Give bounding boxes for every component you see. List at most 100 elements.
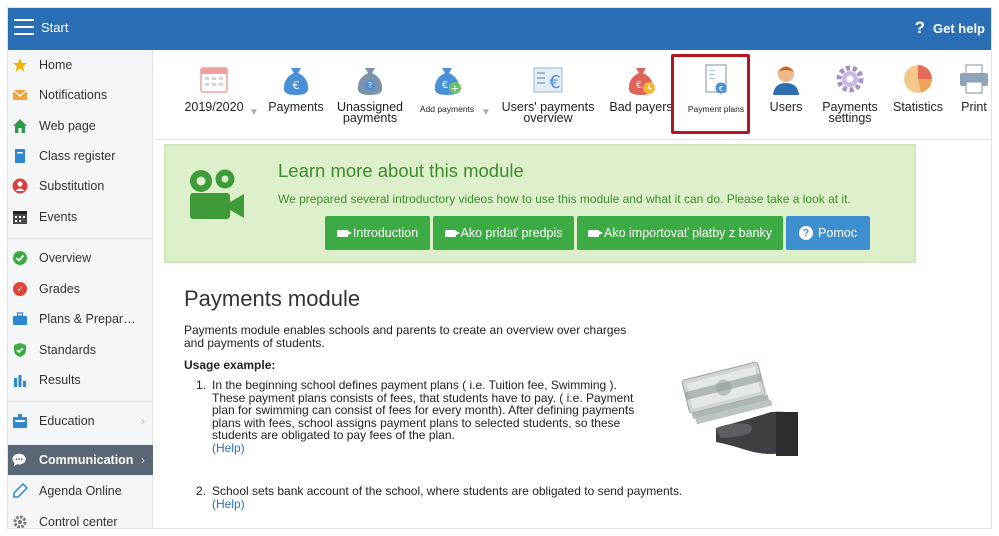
sidebar-item-events[interactable]: Events xyxy=(8,202,153,232)
toolbar-unassigned-payments[interactable]: ? Unassigned payments xyxy=(332,62,408,124)
step-number: 1. xyxy=(196,378,207,392)
pie-chart-icon xyxy=(904,65,932,93)
toolbar-label: Bad payers xyxy=(609,100,673,114)
grades-icon: ✓ xyxy=(12,281,28,297)
sidebar-item-substitution[interactable]: Substitution xyxy=(8,171,153,201)
chat-icon xyxy=(12,452,28,468)
calendar-icon xyxy=(12,209,28,225)
sidebar-item-control-center[interactable]: Control center xyxy=(8,507,153,528)
toolbar-payments[interactable]: € Payments xyxy=(264,62,328,113)
sidebar-item-label: Substitution xyxy=(39,179,105,193)
sidebar-item-label: Education xyxy=(39,414,95,428)
ako-importovat-platby-video-button[interactable]: Ako importovať platby z banky xyxy=(577,216,783,250)
user-icon xyxy=(773,66,799,95)
toolbar-label-line2: settings xyxy=(828,111,872,125)
step-text: School sets bank account of the school, … xyxy=(212,485,752,510)
sidebar-item-label: Overview xyxy=(39,251,92,265)
sidebar-item-notifications[interactable]: Notifications xyxy=(8,80,153,110)
sidebar-item-class-register[interactable]: Class register xyxy=(8,141,153,171)
chevron-down-icon[interactable]: ▼ xyxy=(249,107,259,118)
briefcase-icon xyxy=(12,311,28,327)
help-link[interactable]: (Help) xyxy=(212,497,245,511)
introduction-video-button[interactable]: Introduction xyxy=(325,216,430,250)
toolbar-bad-payers[interactable]: € Bad payers xyxy=(606,62,676,113)
get-help-label: Get help xyxy=(932,20,985,36)
svg-text:€: € xyxy=(549,72,560,93)
step-number: 2. xyxy=(196,484,207,498)
toolbar-label: Statistics xyxy=(892,100,943,114)
moneybag-euro-icon: € xyxy=(283,68,309,95)
sidebar-item-standards[interactable]: Standards xyxy=(8,335,153,365)
ako-pridat-predpis-video-button[interactable]: Ako pridať predpis xyxy=(433,216,574,250)
check-circle-icon xyxy=(12,250,28,266)
sidebar-item-label: Web page xyxy=(39,119,96,133)
school-year-selector[interactable]: 2019/2020 xyxy=(174,62,254,114)
step-line: plan for swimming can consist of fees fo… xyxy=(212,403,635,417)
menu-icon[interactable] xyxy=(14,19,34,37)
sidebar: Home Notifications Web page Class regist… xyxy=(8,50,153,528)
moneybag-add-icon: € + xyxy=(434,68,461,95)
moneybag-question-icon: ? xyxy=(357,68,383,95)
toolbar-payments-settings[interactable]: Payments settings xyxy=(816,62,884,124)
school-year-label: 2019/2020 xyxy=(184,100,244,114)
star-icon xyxy=(12,57,28,73)
sidebar-item-label: Agenda Online xyxy=(39,484,122,498)
house-icon xyxy=(12,118,28,134)
bar-chart-icon xyxy=(12,372,28,388)
step-line: students are obligated to pay fees of th… xyxy=(212,428,455,442)
toolbar-label-line2: overview xyxy=(523,111,573,125)
sidebar-item-agenda-online[interactable]: Agenda Online xyxy=(8,476,153,506)
book-icon xyxy=(12,148,28,164)
page-title: Payments module xyxy=(184,286,361,311)
sidebar-item-label: Grades xyxy=(39,282,80,296)
sidebar-item-label: Events xyxy=(39,210,78,224)
app-window: Start ? Get help Home Notifications Web … xyxy=(8,8,991,528)
start-label[interactable]: Start xyxy=(41,20,68,35)
step-line: In the beginning school defines payment … xyxy=(212,378,617,392)
usage-heading: Usage example: xyxy=(184,358,276,372)
pomoc-button[interactable]: ? Pomoc xyxy=(786,216,870,250)
calendar-icon xyxy=(200,67,228,93)
pen-icon xyxy=(12,483,28,499)
sidebar-item-web-page[interactable]: Web page xyxy=(8,111,153,141)
toolbar-users-payments-overview[interactable]: € Users' payments overview xyxy=(496,62,600,124)
svg-text:€: € xyxy=(442,80,448,91)
sidebar-divider xyxy=(8,238,153,239)
learn-more-panel: Learn more about this module We prepared… xyxy=(164,144,916,263)
sidebar-item-communication[interactable]: Communication › xyxy=(8,445,153,475)
button-label: Ako pridať predpis xyxy=(460,226,563,240)
toolbar-statistics[interactable]: Statistics xyxy=(888,62,948,113)
sidebar-item-home[interactable]: Home xyxy=(8,50,153,80)
help-link[interactable]: (Help) xyxy=(212,441,245,455)
sidebar-item-results[interactable]: Results xyxy=(8,365,153,395)
sidebar-item-grades[interactable]: ✓ Grades xyxy=(8,274,153,304)
sidebar-item-plans-preparations[interactable]: Plans & Prepar… xyxy=(8,304,153,334)
toolbar-add-payments[interactable]: € + Add payments xyxy=(412,62,482,115)
chevron-down-icon[interactable]: ▼ xyxy=(481,107,491,118)
help-icon: ? xyxy=(914,18,925,37)
toolbar-label-line2: payments xyxy=(342,111,398,125)
chevron-right-icon: › xyxy=(141,414,145,428)
button-label: Pomoc xyxy=(818,226,857,240)
sidebar-item-label: Class register xyxy=(39,149,116,163)
payment-plans-highlight xyxy=(671,54,750,134)
sidebar-item-overview[interactable]: Overview xyxy=(8,243,153,273)
usage-step-2: 2. School sets bank account of the schoo… xyxy=(196,485,756,515)
svg-text:€: € xyxy=(636,80,642,91)
sidebar-item-label: Standards xyxy=(39,343,96,357)
svg-text:€: € xyxy=(293,79,300,92)
module-toolbar: 2019/2020 ▼ € Payments ? Unassigned paym… xyxy=(154,50,991,140)
sidebar-item-label: Plans & Prepar… xyxy=(39,312,136,326)
sidebar-item-label: Notifications xyxy=(39,88,108,102)
get-help-button[interactable]: ? Get help xyxy=(915,19,985,37)
video-camera-icon xyxy=(190,169,244,219)
toolbar-print[interactable]: Print xyxy=(952,62,991,113)
ledger-euro-icon: € xyxy=(533,67,563,93)
money-hand-illustration xyxy=(681,361,798,456)
toolbar-users[interactable]: Users xyxy=(758,62,814,113)
sidebar-item-education[interactable]: Education › xyxy=(8,406,153,436)
toolbar-label: Add payments xyxy=(419,104,475,114)
gear-icon xyxy=(12,514,28,528)
usage-step-1: 1. In the beginning school defines payme… xyxy=(196,379,666,459)
envelope-icon xyxy=(12,87,28,103)
